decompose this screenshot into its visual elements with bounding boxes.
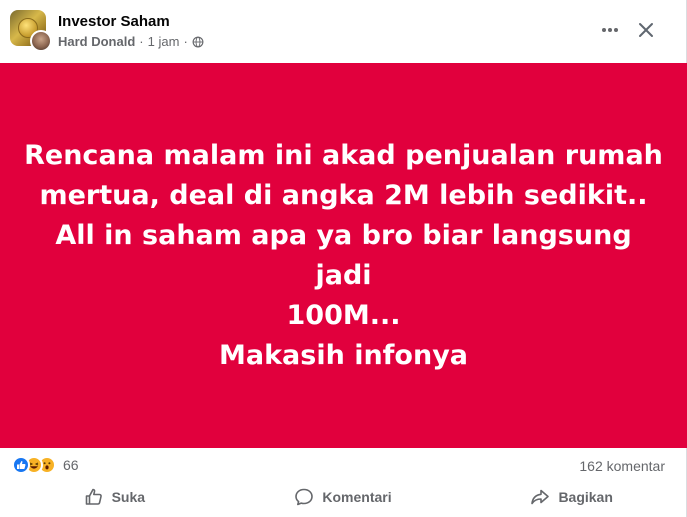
- avatar-stack[interactable]: [10, 10, 52, 52]
- post-card: Investor Saham Hard Donald · 1 jam · Ren…: [0, 0, 687, 517]
- close-icon: [639, 23, 653, 37]
- thumbs-up-icon: [85, 488, 102, 505]
- more-horizontal-icon: [602, 28, 618, 32]
- share-label: Bagikan: [558, 489, 613, 505]
- group-name-link[interactable]: Investor Saham: [58, 13, 170, 30]
- share-icon: [531, 489, 550, 505]
- post-header: Investor Saham Hard Donald · 1 jam ·: [0, 0, 686, 62]
- comment-icon: [295, 488, 314, 506]
- meta-separator-2: ·: [183, 34, 188, 49]
- reactions-summary[interactable]: 66: [12, 455, 79, 475]
- post-timestamp[interactable]: 1 jam: [148, 34, 180, 49]
- reaction-count[interactable]: 66: [63, 457, 79, 473]
- comment-count-link[interactable]: 162 komentar: [579, 458, 665, 474]
- author-name-link[interactable]: Hard Donald: [58, 34, 135, 49]
- action-bar: Suka Komentari Bagikan: [0, 480, 686, 514]
- comment-label: Komentari: [322, 489, 392, 505]
- like-reaction-icon: [12, 456, 30, 474]
- like-button[interactable]: Suka: [0, 480, 229, 514]
- comment-button[interactable]: Komentari: [229, 480, 458, 514]
- close-post-button[interactable]: [632, 16, 660, 44]
- share-button[interactable]: Bagikan: [457, 480, 686, 514]
- post-meta: Hard Donald · 1 jam ·: [58, 34, 204, 49]
- globe-icon: [192, 36, 204, 47]
- more-options-button[interactable]: [596, 16, 624, 44]
- meta-separator: ·: [139, 34, 144, 49]
- post-banner[interactable]: Rencana malam ini akad penjualan rumah m…: [0, 63, 687, 448]
- author-avatar[interactable]: [30, 30, 52, 52]
- like-label: Suka: [111, 489, 146, 505]
- banner-text: Rencana malam ini akad penjualan rumah m…: [24, 139, 663, 371]
